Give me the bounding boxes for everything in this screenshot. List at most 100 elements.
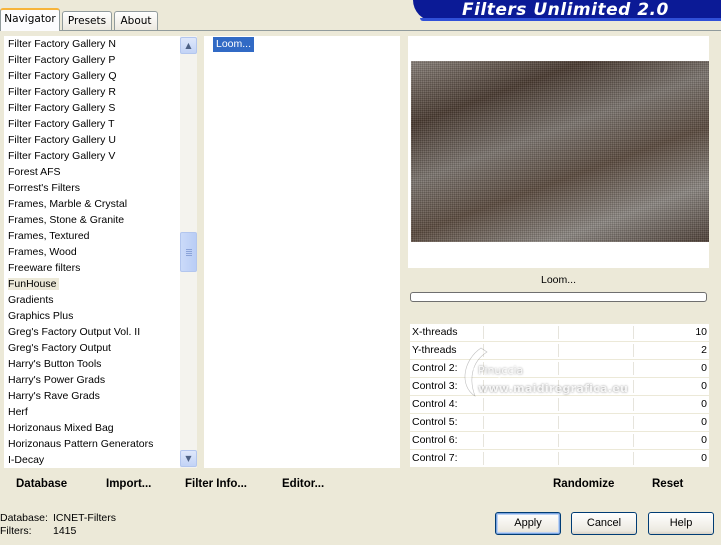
tab-about[interactable]: About [114, 11, 158, 30]
category-item[interactable]: Filter Factory Gallery Q [4, 68, 180, 84]
scroll-down-button[interactable]: ▼ [180, 450, 197, 467]
slider-tick [483, 434, 484, 447]
category-item-label: FunHouse [8, 278, 60, 290]
category-item[interactable]: Frames, Textured [4, 228, 180, 244]
help-button[interactable]: Help [648, 512, 714, 535]
category-item-label: Forrest's Filters [8, 182, 81, 194]
slider-tick [633, 398, 634, 411]
category-item-label: Harry's Rave Grads [8, 390, 100, 402]
thumb-grip [186, 251, 192, 252]
category-item[interactable]: Forrest's Filters [4, 180, 180, 196]
category-item[interactable]: Freeware filters [4, 260, 180, 276]
parameter-value: 0 [701, 452, 707, 464]
category-item[interactable]: Graphics Plus [4, 308, 180, 324]
parameter-slider[interactable]: Control 6: 0 [410, 432, 709, 450]
parameter-slider[interactable]: Control 4: 0 [410, 396, 709, 414]
category-item[interactable]: Greg's Factory Output [4, 340, 180, 356]
category-item[interactable]: Harry's Button Tools [4, 356, 180, 372]
tab-navigator[interactable]: Navigator [0, 8, 60, 31]
scroll-thumb[interactable] [180, 232, 197, 272]
parameter-slider[interactable]: Control 7: 0 [410, 450, 709, 468]
app-title: Filters Unlimited 2.0 [462, 0, 669, 20]
category-item-label: Horizonaus Mixed Bag [8, 422, 114, 434]
tab-presets[interactable]: Presets [62, 11, 112, 30]
category-item[interactable]: Filter Factory Gallery P [4, 52, 180, 68]
filter-info-button[interactable]: Filter Info... [185, 476, 247, 492]
category-item[interactable]: Gradients [4, 292, 180, 308]
apply-button[interactable]: Apply [495, 512, 561, 535]
slider-tick [483, 452, 484, 465]
category-item[interactable]: Filter Factory Gallery T [4, 116, 180, 132]
thumb-grip [186, 255, 192, 256]
randomize-button[interactable]: Randomize [553, 476, 614, 492]
category-item[interactable]: Horizonaus Pattern Generators [4, 436, 180, 452]
category-item-label: Harry's Power Grads [8, 374, 106, 386]
slider-tick [633, 452, 634, 465]
filter-list[interactable]: Loom... [204, 36, 400, 468]
category-item[interactable]: Forest AFS [4, 164, 180, 180]
category-item[interactable]: FunHouse [4, 276, 180, 292]
parameter-slider[interactable]: X-threads 10 [410, 324, 709, 342]
parameter-label: X-threads [412, 326, 458, 338]
category-item[interactable]: Filter Factory Gallery R [4, 84, 180, 100]
thumb-grip [186, 249, 192, 250]
parameter-label: Y-threads [412, 344, 457, 356]
parameter-slider[interactable]: Control 2: 0 [410, 360, 709, 378]
category-item-label: Filter Factory Gallery P [8, 54, 116, 66]
watermark-text: Pinuccia [478, 364, 524, 377]
progress-bar [410, 292, 707, 302]
category-item-label: Graphics Plus [8, 310, 74, 322]
category-item-label: Filter Factory Gallery N [8, 38, 116, 50]
scroll-up-button[interactable]: ▲ [180, 37, 197, 54]
category-item[interactable]: Filter Factory Gallery N [4, 36, 180, 52]
category-item[interactable]: Filter Factory Gallery V [4, 148, 180, 164]
slider-tick [483, 416, 484, 429]
category-item[interactable]: Frames, Marble & Crystal [4, 196, 180, 212]
category-item[interactable]: Greg's Factory Output Vol. II [4, 324, 180, 340]
category-item[interactable]: Filter Factory Gallery U [4, 132, 180, 148]
category-item[interactable]: Filter Factory Gallery S [4, 100, 180, 116]
category-item-label: Filter Factory Gallery S [8, 102, 116, 114]
filter-item-loom[interactable]: Loom... [213, 37, 255, 52]
parameter-label: Control 5: [412, 416, 458, 428]
category-item-label: Filter Factory Gallery T [8, 118, 115, 130]
tab-content-border [0, 30, 721, 31]
editor-button[interactable]: Editor... [282, 476, 324, 492]
category-item-label: Gradients [8, 294, 54, 306]
category-item[interactable]: Harry's Power Grads [4, 372, 180, 388]
category-item-label: Horizonaus Pattern Generators [8, 438, 154, 450]
database-value: ICNET-Filters [53, 512, 116, 524]
import-button[interactable]: Import... [106, 476, 151, 492]
slider-tick [558, 326, 559, 339]
category-item-label: Filter Factory Gallery R [8, 86, 116, 98]
reset-button[interactable]: Reset [652, 476, 683, 492]
slider-tick [483, 344, 484, 357]
slider-tick [633, 344, 634, 357]
category-item-label: Frames, Marble & Crystal [8, 198, 128, 210]
category-item-label: Frames, Wood [8, 246, 77, 258]
category-item[interactable]: Harry's Rave Grads [4, 388, 180, 404]
category-item-label: Greg's Factory Output Vol. II [8, 326, 141, 338]
slider-tick [558, 362, 559, 375]
parameter-list: X-threads 10 Y-threads 2 Control 2: 0 Control … [410, 324, 709, 468]
slider-tick [633, 326, 634, 339]
category-item-label: Frames, Stone & Granite [8, 214, 125, 226]
category-item[interactable]: Horizonaus Mixed Bag [4, 420, 180, 436]
slider-tick [558, 434, 559, 447]
category-item[interactable]: Frames, Stone & Granite [4, 212, 180, 228]
thumb-grip [186, 253, 192, 254]
database-button[interactable]: Database [16, 476, 67, 492]
watermark-url: www.maidiregrafica.eu [478, 382, 629, 395]
category-list[interactable]: Filter Factory Gallery N Filter Factory G… [4, 36, 180, 468]
category-item[interactable]: Frames, Wood [4, 244, 180, 260]
category-item-label: Greg's Factory Output [8, 342, 111, 354]
category-item-label: I-Decay [8, 454, 45, 466]
cancel-button[interactable]: Cancel [571, 512, 637, 535]
parameter-slider[interactable]: Control 5: 0 [410, 414, 709, 432]
slider-tick [633, 434, 634, 447]
category-scrollbar[interactable]: ▲ ▼ [180, 36, 197, 468]
slider-tick [558, 452, 559, 465]
category-item[interactable]: Herf [4, 404, 180, 420]
parameter-slider[interactable]: Y-threads 2 [410, 342, 709, 360]
category-item[interactable]: I-Decay [4, 452, 180, 468]
